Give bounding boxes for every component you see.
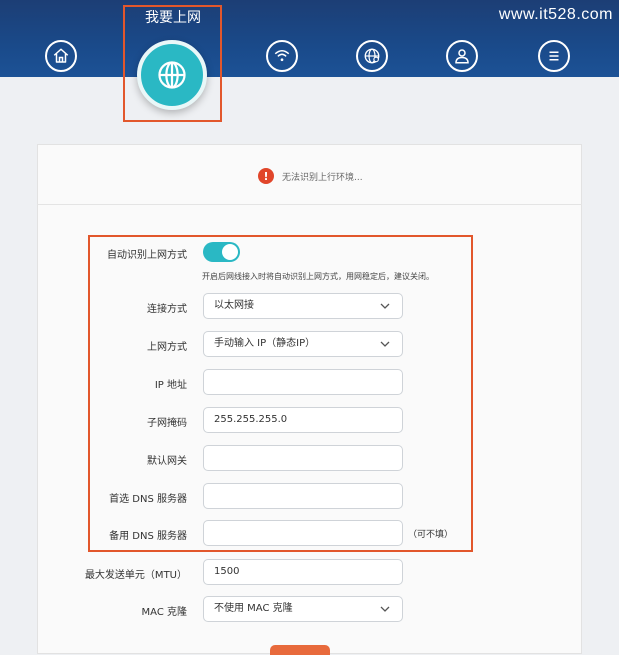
warning-icon: ! bbox=[258, 168, 274, 184]
mac-clone-label: MAC 克隆 bbox=[141, 607, 187, 618]
globe-settings-icon bbox=[364, 48, 380, 64]
mac-clone-select[interactable]: 不使用 MAC 克隆 bbox=[203, 596, 403, 622]
alert-banner: ! 无法识别上行环境... bbox=[258, 168, 363, 184]
nav-wifi-button[interactable] bbox=[266, 40, 298, 72]
alert-text: 无法识别上行环境... bbox=[282, 172, 363, 183]
nav-home-button[interactable] bbox=[45, 40, 77, 72]
chevron-down-icon bbox=[380, 606, 390, 612]
mac-clone-value: 不使用 MAC 克隆 bbox=[214, 603, 293, 614]
home-icon bbox=[53, 48, 69, 63]
save-button[interactable] bbox=[270, 645, 330, 655]
nav-network-settings-button[interactable] bbox=[356, 40, 388, 72]
nav-more-button[interactable] bbox=[538, 40, 570, 72]
mtu-input[interactable]: 1500 bbox=[203, 559, 403, 585]
panel-divider bbox=[37, 204, 582, 205]
wifi-icon bbox=[274, 50, 290, 62]
watermark: www.it528.com bbox=[498, 6, 613, 23]
nav-account-button[interactable] bbox=[446, 40, 478, 72]
form-highlight-box bbox=[88, 235, 473, 552]
top-nav-bar: www.it528.com bbox=[0, 0, 619, 77]
user-icon bbox=[455, 49, 469, 64]
active-nav-highlight bbox=[123, 5, 222, 122]
mtu-label: 最大发送单元（MTU） bbox=[84, 570, 187, 581]
menu-icon bbox=[549, 51, 559, 61]
